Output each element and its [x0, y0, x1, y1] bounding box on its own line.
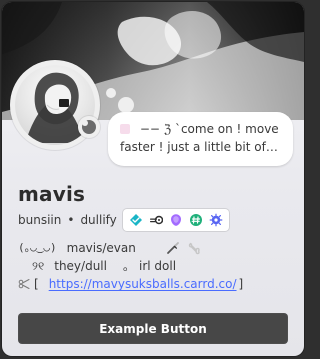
bio-names: mavis/evan: [66, 241, 136, 255]
custom-status-bubble[interactable]: −− ℨ ˋcome on ! move faster ! just a lit…: [108, 112, 293, 166]
bio-emoji-group: [166, 241, 202, 255]
bio-link[interactable]: https://mavysuksballs.carrd.co/: [49, 276, 237, 292]
hashtag-icon[interactable]: [189, 213, 203, 227]
thought-bubble-dot-large: [118, 97, 134, 113]
nitro-icon[interactable]: [169, 213, 183, 227]
bio-symbol: ୨୧: [32, 259, 45, 273]
display-name: mavis: [18, 182, 86, 206]
hypesquad-icon[interactable]: [129, 213, 143, 227]
status-dot-hole: [82, 120, 88, 126]
bio-kaomoji: (｡◡‿◡): [18, 241, 57, 254]
bio-line-1: (｡◡‿◡) mavis/evan: [18, 240, 288, 256]
bio-link-suffix: ]: [238, 277, 244, 291]
bio: (｡◡‿◡) mavis/evan ୨୧ they/dull ｡ irl dol…: [18, 240, 288, 292]
status-dot-icon: [78, 116, 100, 138]
user-tag: dullify: [80, 213, 117, 227]
profile-card: −− ℨ ˋcome on ! move faster ! just a lit…: [2, 2, 304, 356]
bio-link-prefix: [: [34, 277, 39, 291]
avatar-frame[interactable]: [10, 60, 100, 150]
example-button[interactable]: Example Button: [18, 313, 288, 344]
status-emoji-icon: [120, 124, 130, 134]
knife-icon: [166, 241, 180, 255]
badge-row: [122, 209, 229, 231]
bio-line-3: [ https://mavysuksballs.carrd.co/ ]: [18, 276, 288, 292]
bone-icon: [188, 241, 202, 255]
username: bunsiin: [18, 213, 62, 227]
bio-line-2: ୨୧ they/dull ｡ irl doll: [18, 258, 288, 274]
user-subline: bunsiin • dullify: [18, 209, 229, 231]
speed-icon[interactable]: [149, 213, 163, 227]
separator: •: [67, 213, 75, 227]
bio-irl-doll: irl doll: [138, 259, 177, 273]
gear-icon[interactable]: [209, 213, 223, 227]
bio-pronouns: they/dull: [54, 259, 107, 273]
bio-dot: ｡: [122, 259, 129, 273]
scissors-icon: [18, 278, 30, 290]
thought-bubble-dot-small: [106, 88, 116, 98]
custom-status-text: −− ℨ ˋcome on ! move faster ! just a lit…: [120, 122, 279, 154]
